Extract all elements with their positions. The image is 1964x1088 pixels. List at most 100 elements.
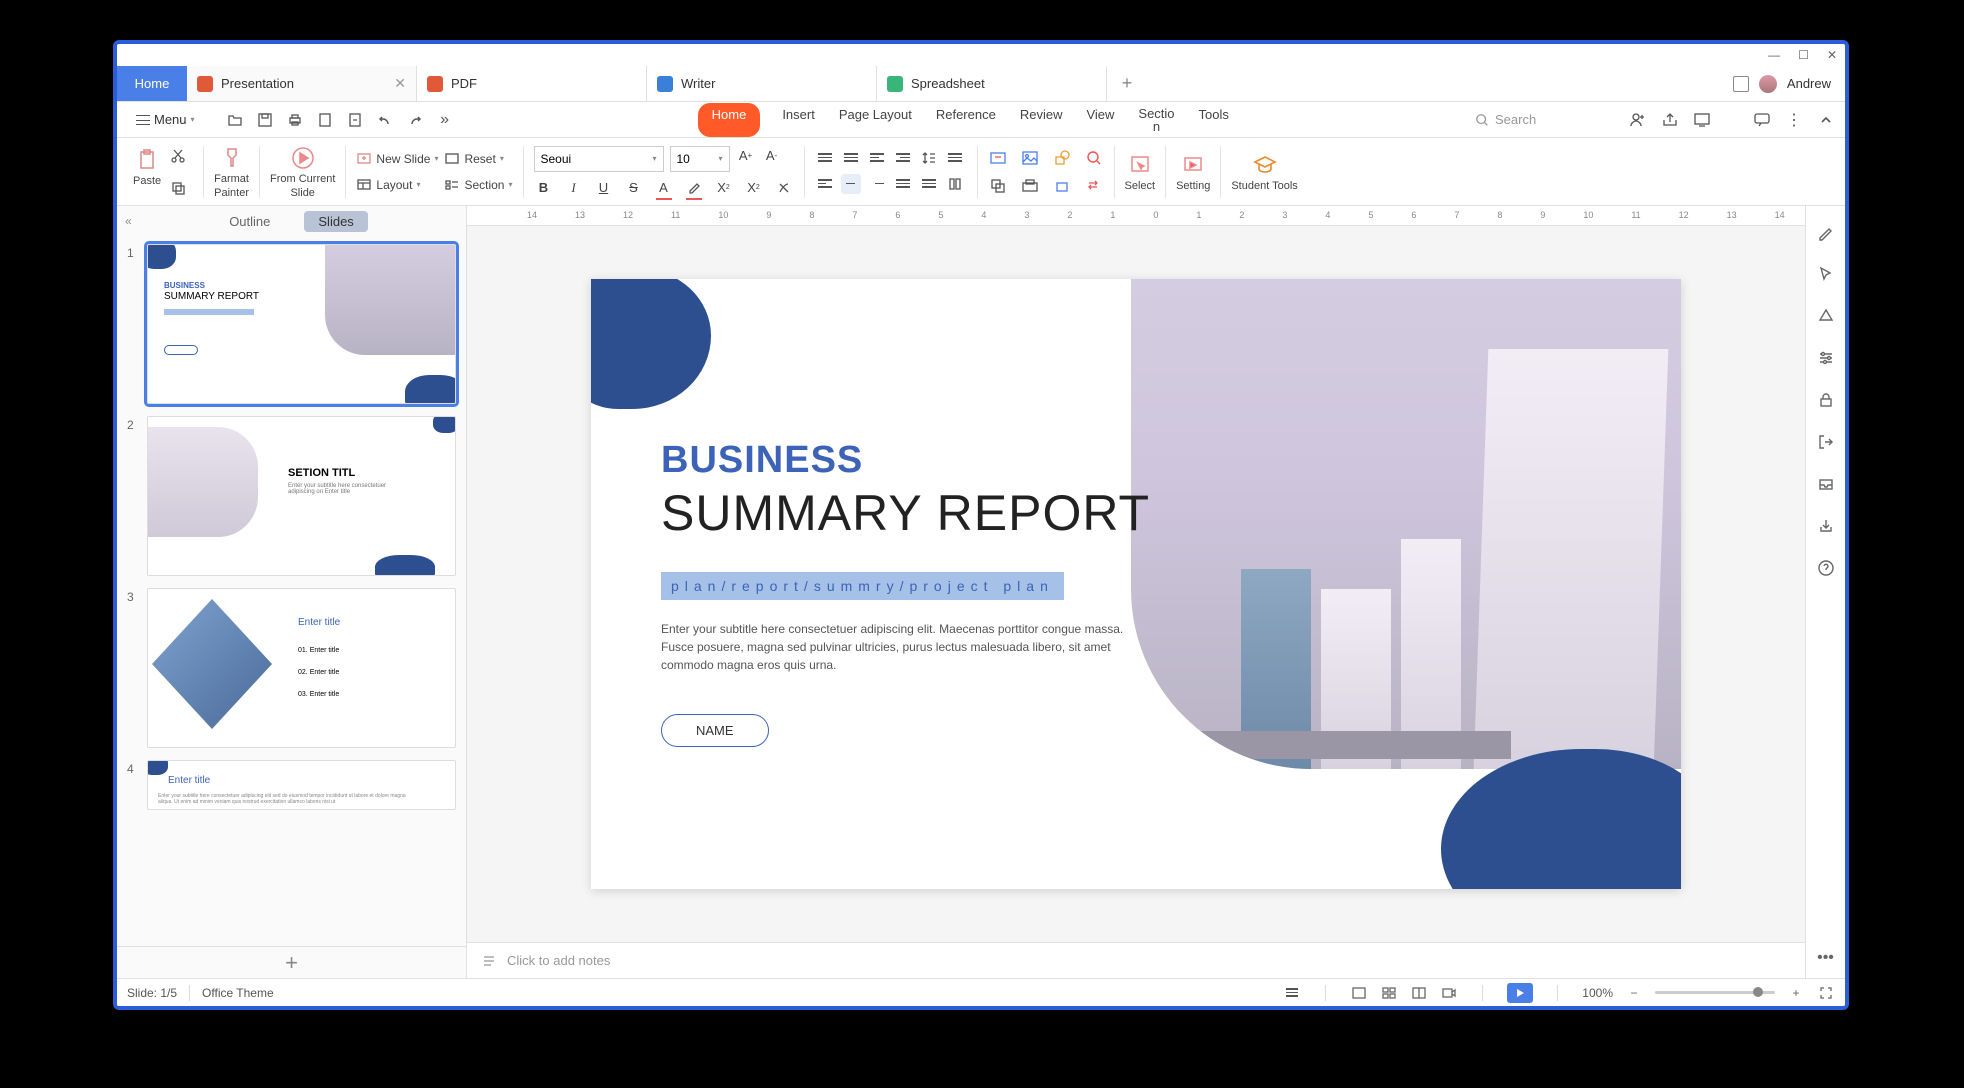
zoom-in-button[interactable]: + (1787, 984, 1805, 1002)
increase-indent-icon[interactable] (893, 148, 913, 168)
clear-formatting-button[interactable] (774, 178, 794, 198)
screen-icon[interactable] (1693, 111, 1711, 129)
more-header-icon[interactable]: ⋮ (1785, 111, 1803, 129)
save-icon[interactable] (256, 111, 274, 129)
slide-title-summary[interactable]: SUMMARY REPORT (661, 484, 1181, 542)
decrease-font-icon[interactable]: A- (762, 146, 782, 166)
tab-presentation[interactable]: Presentation ✕ (187, 66, 417, 101)
section-button[interactable]: Section▾ (444, 175, 512, 195)
text-box-icon[interactable] (988, 148, 1008, 168)
group-icon[interactable] (1020, 176, 1040, 196)
add-slide-button[interactable]: + (117, 946, 466, 978)
bullets-icon[interactable] (815, 148, 835, 168)
slides-tab[interactable]: Slides (304, 211, 367, 232)
replace-icon[interactable] (1084, 176, 1104, 196)
user-name[interactable]: Andrew (1787, 76, 1831, 91)
collapse-ribbon-icon[interactable] (1817, 111, 1835, 129)
zoom-tool-icon[interactable] (1084, 148, 1104, 168)
new-slide-button[interactable]: New Slide▾ (356, 149, 438, 169)
subscript-button[interactable]: X2 (744, 178, 764, 198)
layout-switch-icon[interactable] (1733, 76, 1749, 92)
ribbon-tab-tools[interactable]: Tools (1197, 103, 1231, 137)
zoom-out-button[interactable]: − (1625, 984, 1643, 1002)
tab-writer[interactable]: Writer (647, 66, 877, 101)
highlight-button[interactable] (684, 178, 704, 198)
minimize-icon[interactable]: — (1768, 48, 1780, 62)
columns-icon[interactable] (945, 174, 965, 194)
font-size-select[interactable]: 10▾ (670, 146, 730, 172)
print-icon[interactable] (286, 111, 304, 129)
line-spacing-icon[interactable] (919, 148, 939, 168)
share-icon[interactable] (1661, 111, 1679, 129)
slide-name-pill[interactable]: NAME (661, 714, 769, 747)
slide-canvas[interactable]: BUSINESS SUMMARY REPORT plan/report/summ… (467, 226, 1805, 942)
record-view-icon[interactable] (1440, 984, 1458, 1002)
paste-button[interactable]: Paste (133, 147, 161, 197)
bold-button[interactable]: B (534, 178, 554, 198)
format-painter-button[interactable]: Farmat Painter (214, 145, 249, 199)
settings-rail-icon[interactable] (1816, 348, 1836, 368)
avatar[interactable] (1759, 75, 1777, 93)
font-select[interactable]: Seoui▾ (534, 146, 664, 172)
italic-button[interactable]: I (564, 178, 584, 198)
distribute-icon[interactable] (919, 174, 939, 194)
export-icon[interactable] (346, 111, 364, 129)
increase-font-icon[interactable]: A+ (736, 146, 756, 166)
reset-button[interactable]: Reset▾ (444, 149, 512, 169)
select-button[interactable]: Select (1125, 152, 1156, 192)
maximize-icon[interactable]: ☐ (1798, 48, 1809, 62)
fit-screen-icon[interactable] (1817, 984, 1835, 1002)
pen-tool-icon[interactable] (1816, 222, 1836, 242)
ribbon-tab-home[interactable]: Home (698, 103, 761, 137)
add-user-icon[interactable] (1629, 111, 1647, 129)
slide-title-business[interactable]: BUSINESS (661, 439, 1181, 482)
lock-icon[interactable] (1816, 390, 1836, 410)
zoom-slider[interactable] (1655, 991, 1775, 994)
search-input[interactable]: Search (1475, 112, 1615, 127)
comments-icon[interactable] (1753, 111, 1771, 129)
tab-spreadsheet[interactable]: Spreadsheet (877, 66, 1107, 101)
ribbon-tab-insert[interactable]: Insert (780, 103, 817, 137)
open-icon[interactable] (226, 111, 244, 129)
close-window-icon[interactable]: ✕ (1827, 48, 1837, 62)
shape-tool-icon[interactable] (1816, 306, 1836, 326)
collapse-panel-icon[interactable]: « (125, 214, 132, 228)
ribbon-tab-section[interactable]: Section (1136, 103, 1176, 137)
picture-icon[interactable] (1020, 148, 1040, 168)
add-tab-button[interactable]: + (1107, 66, 1147, 101)
print-preview-icon[interactable] (316, 111, 334, 129)
cut-icon[interactable] (169, 147, 187, 165)
justify-icon[interactable] (893, 174, 913, 194)
notes-bar[interactable]: Click to add notes (467, 942, 1805, 978)
close-tab-icon[interactable]: ✕ (394, 75, 406, 92)
slideshow-button[interactable] (1507, 983, 1533, 1003)
shapes-icon[interactable] (1052, 148, 1072, 168)
outline-tab[interactable]: Outline (215, 211, 284, 232)
slide-thumbnail-4[interactable]: Enter title Enter your subtitle here con… (147, 760, 456, 810)
font-color-button[interactable]: A (654, 178, 674, 198)
student-tools-button[interactable]: Student Tools (1231, 152, 1297, 192)
more-rail-icon[interactable]: ••• (1816, 948, 1836, 968)
align-right-icon[interactable] (867, 174, 887, 194)
undo-icon[interactable] (376, 111, 394, 129)
align-left-icon[interactable] (815, 174, 835, 194)
exit-icon[interactable] (1816, 432, 1836, 452)
strikethrough-button[interactable]: S (624, 178, 644, 198)
underline-button[interactable]: U (594, 178, 614, 198)
help-icon[interactable] (1816, 558, 1836, 578)
slide-tag[interactable]: plan/report/summry/project plan (661, 572, 1064, 600)
arrange-icon[interactable] (988, 176, 1008, 196)
copy-icon[interactable] (169, 179, 187, 197)
ribbon-tab-page-layout[interactable]: Page Layout (837, 103, 914, 137)
rotate-icon[interactable] (1052, 176, 1072, 196)
layout-button[interactable]: Layout▾ (356, 175, 438, 195)
setting-button[interactable]: Setting (1176, 152, 1210, 192)
text-direction-icon[interactable] (945, 148, 965, 168)
slide-thumbnail-1[interactable]: BUSINESS SUMMARY REPORT (147, 244, 456, 404)
decrease-indent-icon[interactable] (867, 148, 887, 168)
view-menu-icon[interactable] (1283, 984, 1301, 1002)
slide-thumbnail-2[interactable]: SETION TITL Enter your subtitle here con… (147, 416, 456, 576)
slide-content[interactable]: BUSINESS SUMMARY REPORT plan/report/summ… (591, 279, 1681, 889)
pointer-tool-icon[interactable] (1816, 264, 1836, 284)
ribbon-tab-view[interactable]: View (1084, 103, 1116, 137)
